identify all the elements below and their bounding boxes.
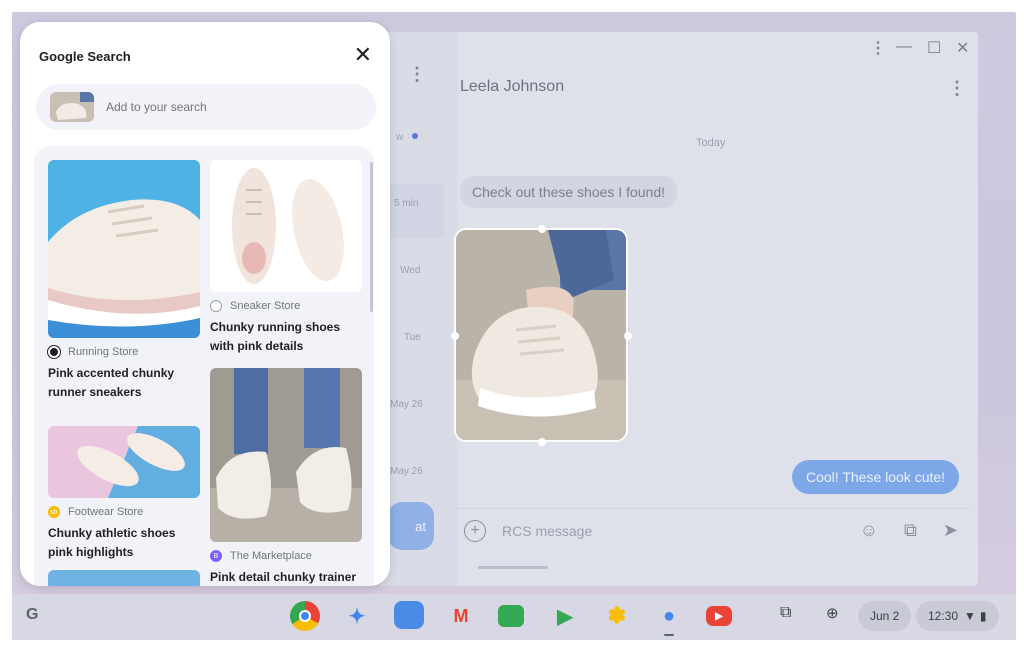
gallery-icon[interactable]: ⧉ — [904, 520, 917, 541]
store-icon: sh — [48, 506, 60, 518]
store-icon: B — [210, 550, 222, 562]
result-image[interactable] — [48, 570, 200, 586]
result-card[interactable]: Sneaker Store Chunky running shoes with … — [210, 160, 362, 356]
window-more-icon[interactable]: ⋮ — [870, 38, 886, 58]
photos-icon[interactable]: ✽ — [602, 601, 632, 631]
conversation-time: May 26 — [390, 466, 423, 477]
date-pill[interactable]: Jun 2 — [858, 601, 912, 631]
store-row: Sneaker Store — [210, 300, 362, 312]
store-row: sh Footwear Store — [48, 506, 200, 518]
emoji-icon[interactable]: ☺ — [860, 520, 878, 541]
search-input[interactable] — [106, 100, 346, 114]
clock: 12:30 — [928, 609, 959, 623]
wifi-icon: ▼ — [964, 609, 976, 623]
conversation-time: 5 min — [394, 198, 419, 209]
add-icon[interactable]: ⊕ — [826, 604, 839, 622]
unread-dot — [412, 133, 418, 139]
store-icon-letter: sh — [50, 508, 58, 516]
crop-handle[interactable] — [624, 332, 632, 340]
conversation-time: Wed — [400, 265, 421, 276]
close-window-icon[interactable]: ✕ — [956, 38, 969, 58]
conversation-time: w — [396, 132, 404, 143]
conversation-time: May 26 — [390, 399, 423, 410]
conversation-time: Tue — [404, 332, 421, 343]
result-card[interactable]: Running Store Pink accented chunky runne… — [48, 160, 200, 402]
maximize-icon[interactable]: ☐ — [927, 38, 941, 58]
compose-bar: + RCS message ☺ ⧉ ➤ — [452, 508, 972, 552]
meet-icon[interactable] — [498, 605, 524, 627]
crop-handle[interactable] — [451, 332, 459, 340]
files-icon[interactable] — [394, 601, 424, 629]
store-icon-letter: B — [213, 552, 219, 560]
messages-icon[interactable]: ● — [654, 601, 684, 631]
store-row: Running Store — [48, 346, 200, 358]
gemini-icon[interactable]: ✦ — [342, 601, 372, 631]
results-grid: Running Store Pink accented chunky runne… — [34, 146, 374, 586]
store-name: Running Store — [68, 346, 139, 358]
add-attachment-icon[interactable]: + — [464, 519, 486, 542]
desktop: ⋮ w 5 min Wed Tue May 26 May 26 at ⋮ — ☐… — [12, 12, 1016, 640]
youtube-icon[interactable]: ▶ — [706, 606, 732, 626]
store-name: Footwear Store — [68, 506, 144, 518]
date-text: Jun 2 — [870, 609, 900, 623]
battery-icon: ▮ — [979, 609, 987, 623]
active-app-indicator — [664, 634, 674, 636]
play-store-icon[interactable]: ▶ — [550, 601, 580, 631]
status-area[interactable]: 12:30 ▼ ▮ — [916, 601, 999, 631]
message-input[interactable]: RCS message — [502, 523, 860, 539]
screen-capture-icon[interactable]: ⧉ — [780, 604, 791, 622]
google-search-panel: Google Search ✕ Add to your search Runni… — [20, 22, 390, 586]
panel-title: Google Search — [39, 49, 131, 64]
crop-handle[interactable] — [538, 438, 546, 446]
crop-handle[interactable] — [538, 225, 546, 233]
launcher-button[interactable]: G — [26, 606, 38, 624]
store-icon — [210, 300, 222, 312]
gmail-icon[interactable]: M — [446, 601, 476, 631]
store-icon — [48, 346, 60, 358]
incoming-message: Check out these shoes I found! — [460, 176, 678, 208]
result-image[interactable] — [48, 426, 200, 498]
result-title[interactable]: Chunky athletic shoes pink highlights — [48, 524, 200, 562]
scroll-indicator — [478, 566, 548, 569]
result-title[interactable]: Pink accented chunky runner sneakers — [48, 364, 200, 402]
result-title[interactable]: Chunky running shoes with pink details — [210, 318, 362, 356]
store-name: The Marketplace — [230, 550, 312, 562]
photo-selection-frame — [454, 228, 628, 442]
result-card[interactable]: sh Footwear Store Chunky athletic shoes … — [48, 426, 200, 562]
conversation-more-icon[interactable]: ⋮ — [948, 78, 966, 99]
minimize-icon[interactable]: — — [896, 38, 912, 56]
result-image[interactable] — [210, 368, 362, 542]
store-name: Sneaker Store — [230, 300, 301, 312]
chrome-icon[interactable] — [290, 601, 320, 631]
result-card[interactable] — [48, 570, 200, 586]
sidebar-more-icon[interactable]: ⋮ — [408, 64, 426, 85]
outgoing-message: Cool! These look cute! — [792, 460, 960, 494]
date-divider: Today — [696, 137, 726, 149]
result-image[interactable] — [48, 160, 200, 338]
result-card[interactable]: B The Marketplace Pink detail chunky tra… — [210, 368, 362, 586]
contact-name: Leela Johnson — [460, 78, 565, 95]
store-row: B The Marketplace — [210, 550, 362, 562]
shared-shoe-photo[interactable] — [451, 225, 632, 446]
search-input-pill[interactable] — [36, 84, 376, 130]
send-icon[interactable]: ➤ — [943, 520, 958, 541]
start-chat-label: at — [415, 518, 426, 534]
result-image[interactable] — [210, 160, 362, 292]
search-image-thumbnail[interactable] — [50, 92, 94, 122]
shelf: G ✦ M ▶ ✽ ● ▶ ⧉ ⊕ Jun 2 12:30 ▼ ▮ — [12, 594, 1016, 640]
close-icon[interactable]: ✕ — [354, 42, 372, 68]
results-scrollbar[interactable] — [370, 162, 373, 312]
shoe-photo-image — [456, 230, 626, 440]
result-title[interactable]: Pink detail chunky trainer — [210, 568, 362, 586]
start-chat-button[interactable]: at — [388, 502, 434, 550]
